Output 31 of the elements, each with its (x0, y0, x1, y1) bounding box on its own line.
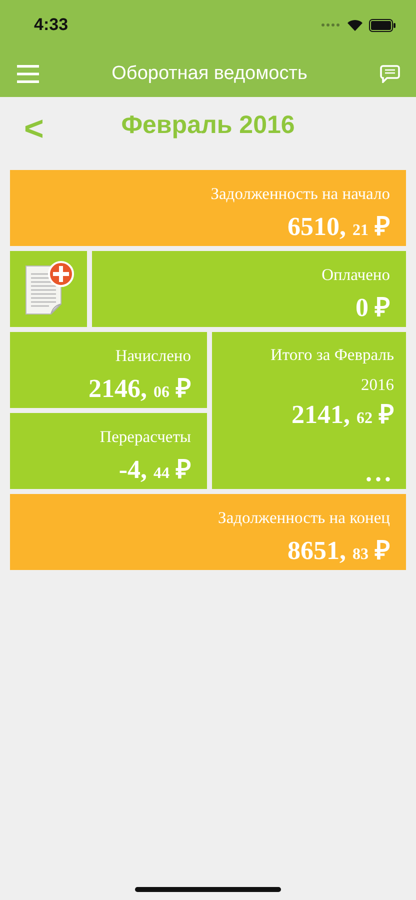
signal-icon (321, 23, 341, 27)
battery-icon (369, 18, 396, 32)
menu-button[interactable] (17, 64, 39, 82)
tile-label: Начислено (115, 346, 191, 366)
tile-label: Итого за Февраль 2016 (270, 344, 394, 396)
summary-tile[interactable]: Итого за Февраль 2016 2141, 62 ₽ ... (212, 332, 406, 489)
tile-label: Оплачено (322, 265, 390, 285)
tile-label: Задолженность на начало (210, 184, 390, 204)
summary-tile[interactable]: Начислено 2146, 06 ₽ (10, 332, 207, 408)
screen-title: Оборотная ведомость (112, 62, 308, 84)
more-button[interactable]: ... (366, 463, 394, 483)
summary-tile[interactable]: Перерасчеты -4, 44 ₽ (10, 413, 207, 489)
message-button[interactable] (380, 64, 400, 82)
period-title: Февраль 2016 (120, 110, 296, 140)
amount: 2146, 06 ₽ (88, 374, 191, 405)
amount: -4, 44 ₽ (118, 455, 191, 486)
tile-label: Перерасчеты (100, 427, 191, 447)
summary-tile[interactable]: Задолженность на конец 8651, 83 ₽ (10, 494, 406, 570)
amount: 6510, 21 ₽ (288, 212, 390, 243)
wifi-icon (347, 19, 363, 31)
status-time: 4:33 (34, 15, 68, 35)
tile-label: Задолженность на конец (218, 508, 390, 528)
amount: 0 ₽ (356, 293, 390, 323)
amount: 8651, 83 ₽ (288, 536, 390, 567)
menu-icon (17, 64, 39, 82)
add-document-button[interactable] (10, 251, 87, 327)
previous-month-button[interactable]: < (24, 110, 64, 148)
amount: 2141, 62 ₽ (292, 400, 394, 431)
summary-tile[interactable]: Задолженность на начало 6510, 21 ₽ (10, 170, 406, 246)
message-icon (380, 64, 400, 82)
summary-tile[interactable]: Оплачено 0 ₽ (92, 251, 406, 327)
